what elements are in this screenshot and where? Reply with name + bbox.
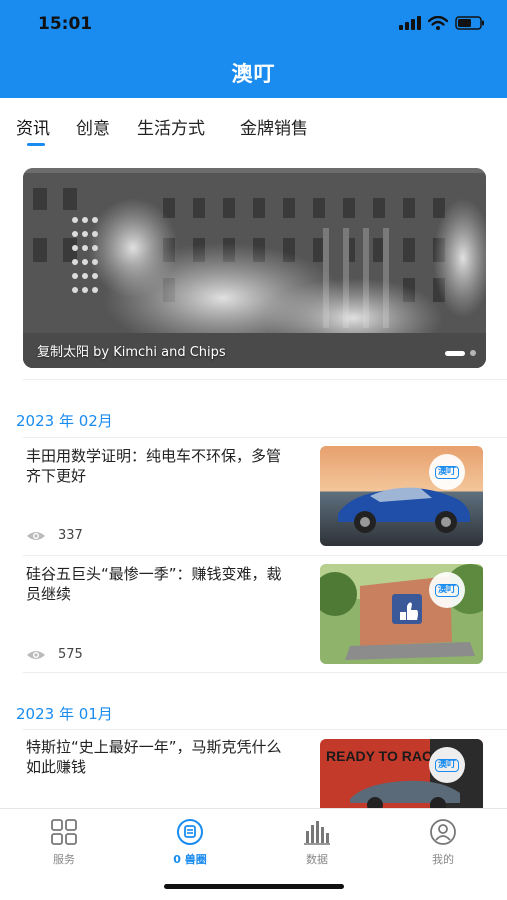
nav-profile[interactable]: 我的 [398,817,488,867]
status-icons [399,16,485,30]
view-count-value: 575 [58,647,83,662]
carousel-dots [445,350,476,356]
nav-label: 服务 [53,853,75,866]
divider [23,729,507,730]
nav-data[interactable]: 数据 [272,817,362,867]
battery-icon [455,16,484,30]
tab-gold-sales[interactable]: 金牌销售 [240,114,308,139]
featured-banner[interactable]: 复制太阳 by Kimchi and Chips [23,168,486,368]
active-tab-indicator [27,143,45,146]
view-count-value: 337 [58,528,83,543]
brand-badge: 澳叮 [429,747,465,783]
circle-badge-icon [177,819,203,845]
status-time: 15:01 [38,14,93,34]
month-header: 2023 年 01月 [16,705,113,723]
carousel-dot [470,350,476,356]
article-thumbnail: 澳叮 [320,446,483,546]
nav-label: 我的 [432,853,454,866]
category-tabs: 资讯 创意 生活方式 金牌销售 [0,98,507,154]
brand-badge: 澳叮 [429,572,465,608]
bar-chart-icon [304,821,330,845]
tab-creative[interactable]: 创意 [76,114,110,139]
nav-services[interactable]: 服务 [19,817,109,867]
tab-news[interactable]: 资讯 [16,114,50,139]
grid-icon [51,819,77,845]
nav-label: 数据 [306,853,328,866]
divider [23,672,507,673]
view-count: 337 [26,528,83,543]
banner-caption: 复制太阳 by Kimchi and Chips [37,345,226,360]
divider [23,555,507,556]
article-title: 特斯拉“史上最好一年”，马斯克凭什么如此赚钱 [26,738,282,776]
eye-icon [27,650,45,659]
banner-image [23,168,486,368]
article-title: 硅谷五巨头“最惨一季”：赚钱变难，裁员继续 [26,565,282,603]
app-header: 15:01 澳叮 [0,0,507,98]
brand-badge: 澳叮 [429,454,465,490]
nav-circle[interactable]: 0 兽圈 [145,817,235,867]
ad-text: READY TO RACE [326,748,441,764]
home-indicator [164,884,344,889]
divider [23,437,507,438]
article-thumbnail: READY TO RACE 澳叮 [320,739,483,809]
wifi-icon [428,16,448,30]
nav-label: 0 兽圈 [173,853,207,866]
carousel-dot-active [445,350,465,356]
app-title: 澳叮 [231,62,276,86]
divider [23,379,507,380]
signal-icon [399,16,421,30]
article-thumbnail: 澳叮 [320,564,483,664]
user-icon [430,819,456,845]
tab-lifestyle[interactable]: 生活方式 [137,114,205,139]
month-header: 2023 年 02月 [16,412,113,430]
eye-icon [27,531,45,540]
article-title: 丰田用数学证明：纯电车不环保，多管齐下更好 [26,447,282,485]
view-count: 575 [26,647,83,662]
